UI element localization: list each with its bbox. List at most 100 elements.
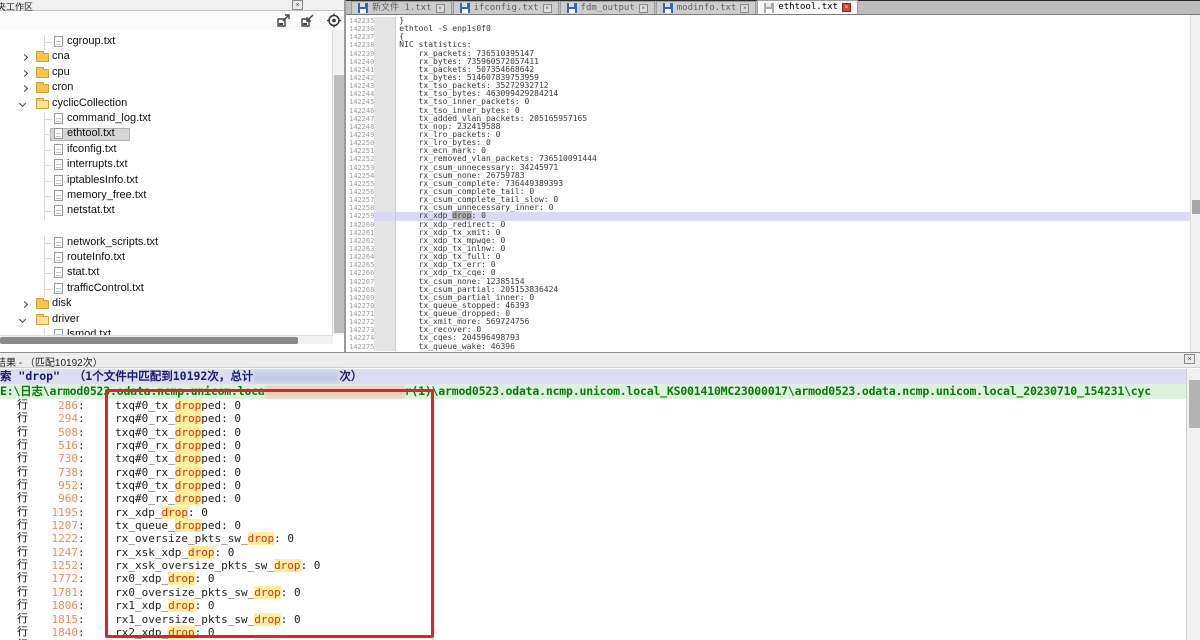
editor-line-number: 142239 (348, 50, 374, 58)
match-highlight: drop (175, 466, 202, 479)
result-row[interactable]: 行1247: rx_xsk_xdp_drop: 0 (0, 546, 1186, 559)
expand-transfer-icon[interactable] (276, 13, 292, 28)
file-icon (54, 128, 63, 139)
locate-file-icon[interactable] (326, 13, 342, 28)
tab-ethtool.txt[interactable]: ethtool.txt× (757, 0, 858, 14)
editor-line-number: 142261 (348, 229, 374, 237)
editor-margin (374, 17, 396, 25)
tree-item-command_log.txt[interactable]: command_log.txt (0, 112, 333, 127)
result-text: rxq#0_rx_dropped: 0 (89, 492, 241, 505)
tree-item-ethtool.txt[interactable]: ethtool.txt (0, 127, 333, 142)
tree-item-trafficControl.txt[interactable]: trafficControl.txt (0, 282, 333, 297)
tab-ifconfig.txt[interactable]: ifconfig.txt× (453, 1, 559, 14)
match-highlight: drop (175, 452, 202, 465)
result-row[interactable]: 行1772: rx0_xdp_drop: 0 (0, 572, 1186, 585)
result-row[interactable]: 行1207: tx_queue_dropped: 0 (0, 519, 1186, 532)
tree-item-stat.txt[interactable]: stat.txt (0, 266, 333, 281)
editor-line-text: tx_added_vlan_packets: 205165957165 (396, 115, 1190, 123)
tab-新文件 1.txt[interactable]: 新文件 1.txt× (351, 1, 452, 14)
tree-item-memory_free.txt[interactable]: memory_free.txt (0, 189, 333, 204)
file-icon (54, 283, 63, 294)
result-row[interactable]: 行952: txq#0_tx_dropped: 0 (0, 479, 1186, 492)
app-window: 夹工作区 × cgroup.txtcnacpucroncyclicCollect… (0, 0, 1200, 640)
result-line-number: 1247 (30, 546, 78, 559)
tree-vertical-scrollbar[interactable] (332, 30, 344, 335)
tree-item-disk[interactable]: disk (0, 297, 333, 312)
editor-line-number: 142247 (348, 115, 374, 123)
tab-close-icon[interactable]: × (740, 4, 749, 13)
result-row[interactable]: 行1815: rx1_oversize_pkts_sw_drop: 0 (0, 613, 1186, 626)
result-row[interactable]: 行730: txq#0_tx_dropped: 0 (0, 452, 1186, 465)
editor-line-number: 142253 (348, 164, 374, 172)
censor-blur-path (265, 386, 405, 398)
tab-close-icon[interactable]: × (436, 4, 445, 13)
editor-line-number: 142246 (348, 107, 374, 115)
result-row[interactable]: 行286: txq#0_tx_dropped: 0 (0, 399, 1186, 412)
tree-item-routeInfo.txt[interactable]: routeInfo.txt (0, 251, 333, 266)
chevron-right-icon[interactable] (21, 54, 28, 61)
result-row[interactable]: 行1195: rx_xdp_drop: 0 (0, 506, 1186, 519)
editor-margin (374, 139, 396, 147)
tree-item-lsmod.txt[interactable]: lsmod.txt (0, 328, 333, 335)
tree-horizontal-scrollbar-thumb[interactable] (0, 337, 298, 344)
editor-margin (374, 318, 396, 326)
tab-close-icon[interactable]: × (639, 4, 648, 13)
tree-horizontal-scrollbar[interactable] (0, 335, 333, 344)
tree-item-cna[interactable]: cna (0, 50, 333, 65)
tree-item-netstat.txt[interactable]: netstat.txt (0, 204, 333, 219)
tree-vertical-scrollbar-thumb[interactable] (334, 75, 344, 333)
tree-item-cpu[interactable]: cpu (0, 66, 333, 81)
results-vertical-scrollbar[interactable] (1186, 369, 1200, 640)
tab-modinfo.txt[interactable]: modinfo.txt× (656, 1, 757, 14)
tree-connector-line (44, 243, 52, 244)
panel-splitter[interactable] (345, 0, 346, 352)
editor-margin (374, 269, 396, 277)
folder-icon (36, 100, 49, 109)
results-close-icon[interactable]: × (1184, 354, 1195, 364)
tree-item-network_scripts.txt[interactable]: network_scripts.txt (0, 236, 333, 251)
editor-margin (374, 74, 396, 82)
results-vertical-scrollbar-thumb[interactable] (1189, 380, 1200, 428)
chevron-right-icon[interactable] (21, 70, 28, 77)
result-row[interactable]: 行960: rxq#0_rx_dropped: 0 (0, 492, 1186, 505)
tree-item-cyclicCollection[interactable]: cyclicCollection (0, 97, 333, 112)
tree-item-interrupts.txt[interactable]: interrupts.txt (0, 158, 333, 173)
chevron-down-icon[interactable] (19, 100, 26, 107)
tab-close-icon[interactable]: × (543, 4, 552, 13)
result-row[interactable]: 行508: txq#0_tx_dropped: 0 (0, 426, 1186, 439)
tab-fdm_output[interactable]: fdm_output× (560, 1, 655, 14)
result-row[interactable]: 行294: rxq#0_rx_dropped: 0 (0, 412, 1186, 425)
chevron-right-icon[interactable] (21, 85, 28, 92)
chevron-right-icon[interactable] (21, 301, 28, 308)
workspace-close-icon[interactable]: × (292, 0, 303, 10)
search-summary: 索 "drop" （1个文件中匹配到10192次，总计次） (0, 369, 1186, 384)
editor-margin (374, 237, 396, 245)
tree-item-cron[interactable]: cron (0, 81, 333, 96)
match-highlight: drop (175, 519, 202, 532)
editor-vertical-scrollbar-thumb[interactable] (1192, 200, 1200, 214)
tab-close-icon[interactable]: × (842, 3, 851, 12)
collapse-transfer-icon[interactable] (300, 13, 316, 28)
tree-item-label: cna (52, 50, 70, 62)
editor-vertical-scrollbar[interactable] (1190, 15, 1200, 352)
editor-line-text: tx_queue_wake: 46396 (396, 343, 1190, 351)
match-highlight: drop (168, 599, 195, 612)
result-row[interactable]: 行738: rxq#0_rx_dropped: 0 (0, 466, 1186, 479)
tree-item-cgroup.txt[interactable]: cgroup.txt (0, 35, 333, 50)
result-file-path[interactable]: E:\日志\armod0523.odata.ncmp.unicom.locar(… (0, 384, 1186, 399)
result-row[interactable]: 行1840: rx2_xdp_drop: 0 (0, 626, 1186, 639)
result-row[interactable]: 行1222: rx_oversize_pkts_sw_drop: 0 (0, 532, 1186, 545)
tree-item-ifconfig.txt[interactable]: ifconfig.txt (0, 143, 333, 158)
tree-connector-line (44, 289, 52, 290)
tree-item-label: command_log.txt (67, 112, 151, 124)
result-row[interactable]: 行1781: rx0_oversize_pkts_sw_drop: 0 (0, 586, 1186, 599)
tree-item-driver[interactable]: driver (0, 313, 333, 328)
result-row[interactable]: 行1806: rx1_xdp_drop: 0 (0, 599, 1186, 612)
tree-item-iptablesInfo.txt[interactable]: iptablesInfo.txt (0, 174, 333, 189)
result-row[interactable]: 行1252: rx_xsk_oversize_pkts_sw_drop: 0 (0, 559, 1186, 572)
result-row[interactable]: 行516: rxq#0_rx_dropped: 0 (0, 439, 1186, 452)
editor-line-number: 142263 (348, 245, 374, 253)
chevron-down-icon[interactable] (19, 316, 26, 323)
editor-margin (374, 123, 396, 131)
editor-content[interactable]: 142235}142236ethtool -S enp1s0f0142237{1… (348, 17, 1190, 352)
